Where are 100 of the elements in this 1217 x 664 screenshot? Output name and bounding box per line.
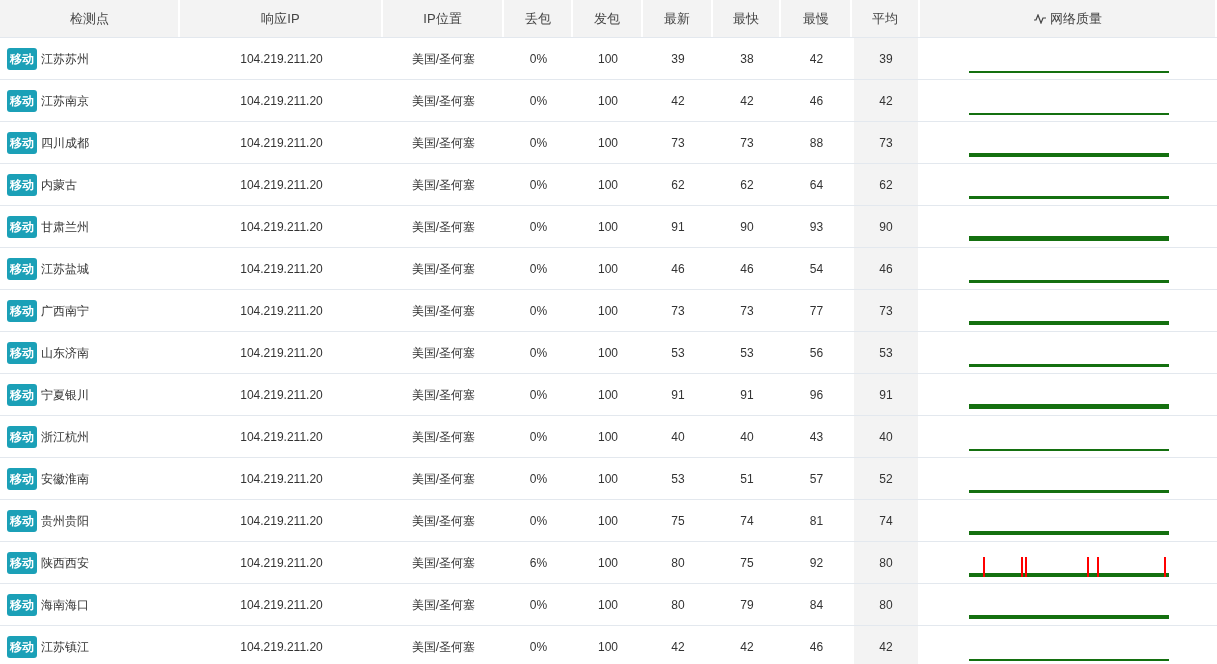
table-cell-text: 52 xyxy=(879,470,893,488)
table-cell-text: 美国/圣何塞 xyxy=(411,218,476,236)
table-cell-text: 0% xyxy=(529,50,548,68)
table-cell-text: 美国/圣何塞 xyxy=(411,596,476,614)
table-cell-text: 53 xyxy=(671,344,685,362)
table-cell-text: 美国/圣何塞 xyxy=(411,344,476,362)
table-cell-text: 54 xyxy=(809,260,824,278)
node-name: 安徽淮南 xyxy=(41,470,89,488)
table-cell-text: 0% xyxy=(529,512,548,530)
table-cell-text: 40 xyxy=(671,428,685,446)
column-header[interactable]: 检测点 xyxy=(69,8,109,29)
table-cell-text: 46 xyxy=(879,260,893,278)
table-cell-text: 74 xyxy=(740,512,754,530)
table-cell-text: 43 xyxy=(809,428,824,446)
table-cell-text: 美国/圣何塞 xyxy=(411,50,476,68)
table-cell-text: 100 xyxy=(598,260,618,278)
table-cell-text: 100 xyxy=(598,386,618,404)
table-cell-text: 90 xyxy=(879,218,893,236)
table-cell-text: 79 xyxy=(740,596,754,614)
table-cell-text: 42 xyxy=(671,638,685,656)
node-name: 四川成都 xyxy=(41,134,89,152)
table-cell-text: 美国/圣何塞 xyxy=(411,302,476,320)
node-name: 江苏南京 xyxy=(41,92,89,110)
table-cell-text: 100 xyxy=(598,638,618,656)
node-name: 江苏盐城 xyxy=(41,260,89,278)
column-header[interactable]: IP位置 xyxy=(423,8,462,29)
table-cell-text: 40 xyxy=(740,428,754,446)
table-cell-text: 46 xyxy=(671,260,685,278)
table-cell-text: 美国/圣何塞 xyxy=(411,554,476,572)
column-header[interactable]: 响应IP xyxy=(261,8,300,29)
table-cell-text: 100 xyxy=(598,218,618,236)
table-cell-text: 62 xyxy=(879,176,893,194)
table-cell-text: 美国/圣何塞 xyxy=(411,512,476,530)
table-cell-text: 100 xyxy=(598,428,618,446)
table-cell-text: 美国/圣何塞 xyxy=(411,176,476,194)
node-name: 江苏苏州 xyxy=(41,50,89,68)
table-cell-text: 75 xyxy=(740,554,754,572)
table-cell-text: 100 xyxy=(598,344,618,362)
table-cell-text: 0% xyxy=(529,596,548,614)
table-cell-text: 美国/圣何塞 xyxy=(411,134,476,152)
table-cell-text: 73 xyxy=(671,134,685,152)
table-cell-text: 104.219.211.20 xyxy=(240,428,323,446)
table-cell-text: 美国/圣何塞 xyxy=(411,470,476,488)
node-name: 甘肃兰州 xyxy=(41,218,89,236)
table-cell-text: 81 xyxy=(809,512,824,530)
table-cell-text: 91 xyxy=(879,386,893,404)
table-cell-text: 42 xyxy=(740,92,754,110)
table-cell-text: 0% xyxy=(529,260,548,278)
table-cell-text: 0% xyxy=(529,176,548,194)
table-cell-text: 104.219.211.20 xyxy=(240,554,323,572)
table-cell-text: 53 xyxy=(740,344,754,362)
pulse-icon xyxy=(1033,13,1046,24)
table-cell-text: 46 xyxy=(740,260,754,278)
node-name: 宁夏银川 xyxy=(41,386,89,404)
table-cell-text: 美国/圣何塞 xyxy=(411,638,476,656)
table-cell-text: 92 xyxy=(809,554,824,572)
node-name: 江苏镇江 xyxy=(41,638,89,656)
table-cell-text: 美国/圣何塞 xyxy=(411,428,476,446)
table-cell-text: 0% xyxy=(529,344,548,362)
table-cell-text: 62 xyxy=(740,176,754,194)
isp-badge: 移动 xyxy=(7,89,37,112)
node-name: 广西南宁 xyxy=(41,302,89,320)
table-cell-text: 42 xyxy=(879,638,893,656)
table-cell-text: 104.219.211.20 xyxy=(240,50,323,68)
table-cell-text: 40 xyxy=(879,428,893,446)
isp-badge: 移动 xyxy=(7,425,37,448)
table-cell-text: 51 xyxy=(740,470,754,488)
column-header[interactable]: 网络质量 xyxy=(1049,8,1102,29)
table-cell-text: 38 xyxy=(740,50,754,68)
table-cell-text: 73 xyxy=(879,302,893,320)
table-cell-text: 0% xyxy=(529,638,548,656)
node-name: 海南海口 xyxy=(41,596,89,614)
isp-badge: 移动 xyxy=(7,593,37,616)
table-cell-text: 104.219.211.20 xyxy=(240,638,323,656)
isp-badge: 移动 xyxy=(7,635,37,658)
table-cell-text: 104.219.211.20 xyxy=(240,302,323,320)
table-cell-text: 104.219.211.20 xyxy=(240,344,323,362)
table-cell-text: 100 xyxy=(598,554,618,572)
table-cell-text: 100 xyxy=(598,596,618,614)
table-cell-text: 64 xyxy=(809,176,824,194)
table-cell-text: 90 xyxy=(740,218,754,236)
table-cell-text: 100 xyxy=(598,92,618,110)
table-cell-text: 77 xyxy=(809,302,824,320)
isp-badge: 移动 xyxy=(7,383,37,406)
table-cell-text: 104.219.211.20 xyxy=(240,470,323,488)
table-cell-text: 46 xyxy=(809,638,824,656)
table-cell-text: 73 xyxy=(879,134,893,152)
node-name: 山东济南 xyxy=(41,344,89,362)
table-cell-text: 104.219.211.20 xyxy=(240,260,323,278)
table-cell-text: 0% xyxy=(529,302,548,320)
table-cell-text: 88 xyxy=(809,134,824,152)
table-cell-text: 84 xyxy=(809,596,824,614)
table-cell-text: 80 xyxy=(671,596,685,614)
table-cell-text: 91 xyxy=(671,218,685,236)
table-cell-text: 0% xyxy=(529,386,548,404)
table-cell-text: 53 xyxy=(879,344,893,362)
table-cell-text: 75 xyxy=(671,512,685,530)
table-cell-text: 56 xyxy=(809,344,824,362)
table-cell-text: 104.219.211.20 xyxy=(240,218,323,236)
isp-badge: 移动 xyxy=(7,47,37,70)
